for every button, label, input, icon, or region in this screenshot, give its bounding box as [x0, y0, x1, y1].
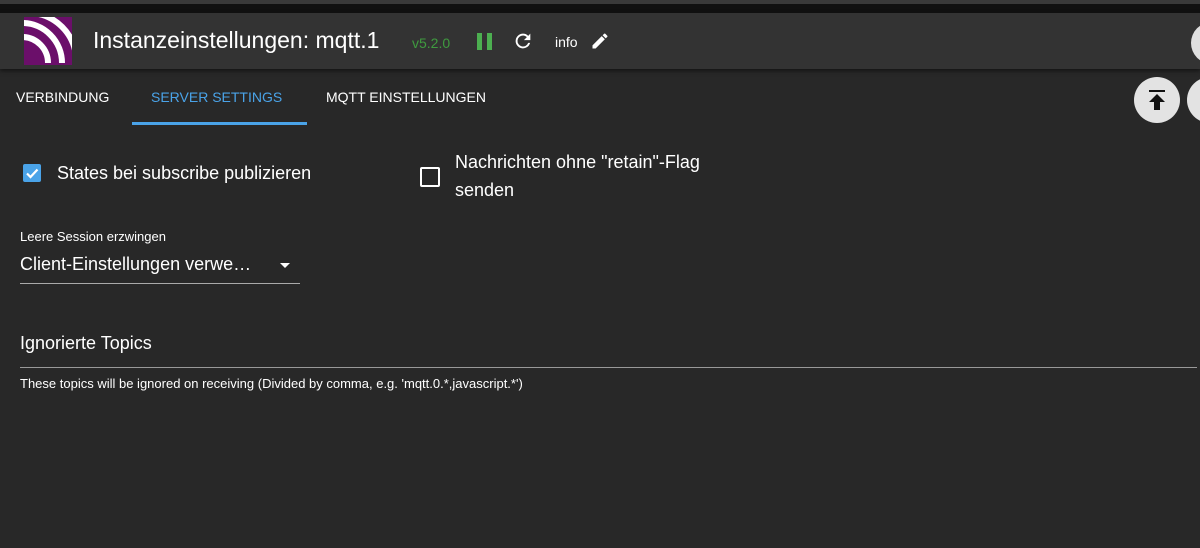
pencil-icon[interactable] [590, 31, 610, 56]
tab-server-settings[interactable]: SERVER SETTINGS [151, 89, 282, 105]
info-link[interactable]: info [555, 34, 578, 50]
ignored-topics-help: These topics will be ignored on receivin… [20, 376, 523, 391]
publish-on-subscribe-label: States bei subscribe publizieren [57, 163, 312, 183]
scroll-top-button[interactable] [1134, 77, 1180, 123]
vertical-align-top-icon [1149, 90, 1165, 110]
tab-mqtt-einstellungen[interactable]: MQTT EINSTELLUNGEN [326, 89, 486, 105]
ignored-topics-label: Ignorierte Topics [20, 333, 152, 353]
dropdown-arrow-icon [280, 263, 290, 268]
no-retain-label-2: senden [455, 180, 515, 200]
no-retain-label-1: Nachrichten ohne "retain"-Flag [455, 152, 700, 172]
window-bar [0, 4, 1200, 13]
check-icon [26, 168, 39, 179]
tab-verbindung[interactable]: VERBINDUNG [16, 89, 109, 105]
side-round-button[interactable] [1187, 77, 1200, 123]
header: Instanzeinstellungen: mqtt.1 v5.2.0 info [0, 13, 1200, 69]
clean-session-label: Leere Session erzwingen [20, 229, 166, 244]
header-round-button[interactable] [1191, 22, 1200, 64]
clean-session-value: Client-Einstellungen verwe… [20, 254, 252, 274]
ignored-topics-input[interactable]: Ignorierte Topics [20, 330, 1197, 368]
publish-on-subscribe-checkbox[interactable] [23, 164, 41, 182]
active-tab-indicator [132, 122, 307, 125]
reload-icon[interactable] [512, 30, 534, 57]
pause-icon[interactable] [477, 33, 493, 50]
version-label: v5.2.0 [412, 35, 451, 51]
clean-session-select[interactable]: Client-Einstellungen verwe… [20, 250, 300, 284]
mqtt-logo-icon [24, 17, 72, 65]
page-title: Instanzeinstellungen: mqtt.1 [93, 27, 380, 53]
no-retain-checkbox[interactable] [420, 167, 440, 187]
